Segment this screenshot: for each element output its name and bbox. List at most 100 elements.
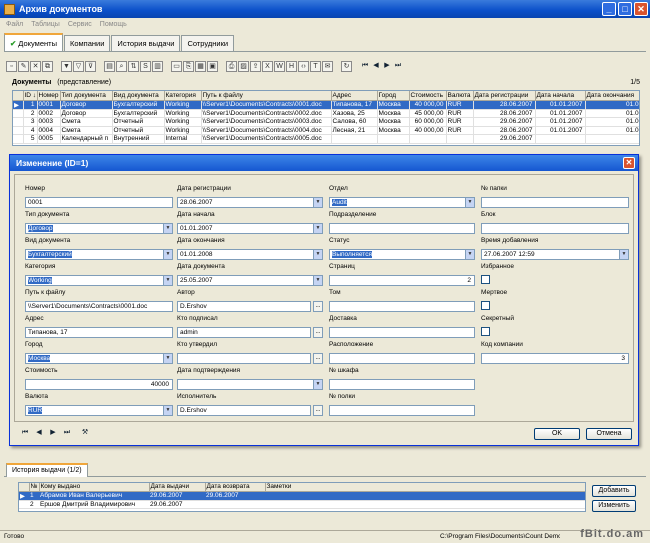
- xml-icon[interactable]: ‹›: [298, 60, 309, 72]
- export-icon[interactable]: ⇪: [250, 60, 261, 72]
- tab-history[interactable]: История выдачи (1/2): [6, 463, 88, 477]
- first-record-icon[interactable]: ⏮: [20, 428, 30, 438]
- chevron-down-icon[interactable]: ▼: [465, 198, 474, 207]
- shelf-field[interactable]: [329, 405, 475, 416]
- number-field[interactable]: 0001: [25, 197, 173, 208]
- new-icon[interactable]: ▫: [6, 60, 17, 72]
- column-header[interactable]: Кому выдано: [39, 483, 150, 492]
- end-date-picker[interactable]: 01.01.2008 ▼: [177, 249, 323, 260]
- pages-field[interactable]: 2: [329, 275, 475, 286]
- chevron-down-icon[interactable]: ▼: [163, 406, 172, 415]
- tools-icon[interactable]: ⚒: [80, 428, 90, 438]
- column-header[interactable]: Дата регистрации: [473, 91, 536, 101]
- executor-field[interactable]: D.Ershov: [177, 405, 311, 416]
- column-header[interactable]: Категория: [164, 91, 202, 101]
- sort-icon[interactable]: ⇅: [128, 60, 139, 72]
- dialog-close-button[interactable]: ✕: [623, 157, 635, 169]
- chevron-down-icon[interactable]: ▼: [465, 250, 474, 259]
- table-row[interactable]: ▶ 1 0001 Договор Бухгалтерский Working \\Serv…: [13, 100, 639, 110]
- chevron-down-icon[interactable]: ▼: [163, 250, 172, 259]
- refresh-icon[interactable]: ↻: [341, 60, 352, 72]
- print-icon[interactable]: ⎙: [226, 60, 237, 72]
- column-header[interactable]: Номер: [37, 91, 61, 101]
- delete-icon[interactable]: ✕: [30, 60, 41, 72]
- view-icon[interactable]: ▣: [207, 60, 218, 72]
- tab-employees[interactable]: Сотрудники: [181, 35, 235, 51]
- column-header[interactable]: №: [29, 483, 40, 492]
- prev-record-icon[interactable]: ◀: [371, 61, 381, 71]
- menu-service[interactable]: Сервис: [68, 21, 92, 28]
- edit-button[interactable]: Изменить: [592, 500, 636, 512]
- ok-button[interactable]: OK: [534, 428, 580, 440]
- category-select[interactable]: Working ▼: [25, 275, 173, 286]
- column-header[interactable]: Заметки: [265, 483, 585, 492]
- favorite-checkbox[interactable]: [481, 275, 490, 284]
- author-browse-button[interactable]: ...: [313, 301, 323, 312]
- chevron-down-icon[interactable]: ▼: [163, 224, 172, 233]
- doc-kind-select[interactable]: Бухгалтерский ▼: [25, 249, 173, 260]
- chevron-down-icon[interactable]: ▼: [313, 380, 322, 389]
- column-header[interactable]: Вид документа: [112, 91, 165, 101]
- table-row[interactable]: 5 0005 Календарный п Внутренний Internal \\Se…: [13, 134, 639, 144]
- column-header[interactable]: Дата выдачи: [149, 483, 206, 492]
- chevron-down-icon[interactable]: ▼: [313, 250, 322, 259]
- text-icon[interactable]: T: [310, 60, 321, 72]
- history-grid[interactable]: № Кому выдано Дата выдачи Дата возврата …: [18, 482, 586, 512]
- next-record-icon[interactable]: ▶: [382, 61, 392, 71]
- word-icon[interactable]: W: [274, 60, 285, 72]
- reg-date-picker[interactable]: 28.06.2007 ▼: [177, 197, 323, 208]
- edit-icon[interactable]: ✎: [18, 60, 29, 72]
- file-path-field[interactable]: \\Server1\Documents\Contracts\0001.doc: [25, 301, 173, 312]
- table-row[interactable]: 3 0003 Смета Отчетный Working \\Server1\Docum…: [13, 117, 639, 127]
- open-icon[interactable]: ▭: [171, 60, 182, 72]
- tab-issue-history[interactable]: История выдачи: [111, 35, 181, 51]
- documents-grid[interactable]: ID ↓ Номер Тип документа Вид документа К…: [12, 90, 640, 146]
- delivery-field[interactable]: [329, 327, 475, 338]
- approved-by-field[interactable]: [177, 353, 311, 364]
- column-header[interactable]: Город: [377, 91, 410, 101]
- dead-checkbox[interactable]: [481, 301, 490, 310]
- approved-by-browse-button[interactable]: ...: [313, 353, 323, 364]
- column-header[interactable]: Стоимость: [409, 91, 447, 101]
- location-field[interactable]: [329, 353, 475, 364]
- column-header[interactable]: ID ↓: [23, 91, 38, 101]
- add-button[interactable]: Добавить: [592, 485, 636, 497]
- maximize-button[interactable]: □: [618, 2, 632, 16]
- column-header[interactable]: Дата начала: [535, 91, 586, 101]
- currency-select[interactable]: RUR ▼: [25, 405, 173, 416]
- table-row[interactable]: ▶ 1 Абрамов Иван Валерьевич 29.06.2007 29.0…: [19, 491, 585, 501]
- filter-edit-icon[interactable]: ⊽: [85, 60, 96, 72]
- menu-tables[interactable]: Таблицы: [31, 21, 60, 28]
- filter-icon[interactable]: ▼: [61, 60, 72, 72]
- chevron-down-icon[interactable]: ▼: [313, 224, 322, 233]
- signed-by-browse-button[interactable]: ...: [313, 327, 323, 338]
- table-row[interactable]: 2 0002 Договор Бухгалтерский Working \\Server…: [13, 109, 639, 118]
- department-select[interactable]: Audit ▼: [329, 197, 475, 208]
- last-record-icon[interactable]: ⏭: [393, 61, 403, 71]
- author-field[interactable]: D.Ershov: [177, 301, 311, 312]
- executor-browse-button[interactable]: ...: [313, 405, 323, 416]
- last-record-icon[interactable]: ⏭: [62, 428, 72, 438]
- block-field[interactable]: [481, 223, 629, 234]
- prev-record-icon[interactable]: ◀: [34, 428, 44, 438]
- doc-type-select[interactable]: Договор ▼: [25, 223, 173, 234]
- menu-file[interactable]: Файл: [6, 21, 23, 28]
- volume-field[interactable]: [329, 301, 475, 312]
- column-header[interactable]: Тип документа: [60, 91, 113, 101]
- attach-icon[interactable]: ⎘: [183, 60, 194, 72]
- chevron-down-icon[interactable]: ▼: [313, 198, 322, 207]
- tab-documents[interactable]: ✔ Документы: [4, 33, 63, 51]
- properties-icon[interactable]: ▦: [195, 60, 206, 72]
- first-record-icon[interactable]: ⏮: [360, 61, 370, 71]
- column-header[interactable]: Дата возврата: [205, 483, 266, 492]
- approval-date-picker[interactable]: ▼: [177, 379, 323, 390]
- report-icon[interactable]: ▤: [104, 60, 115, 72]
- chevron-down-icon[interactable]: ▼: [163, 354, 172, 363]
- html-icon[interactable]: H: [286, 60, 297, 72]
- start-date-picker[interactable]: 01.01.2007 ▼: [177, 223, 323, 234]
- signed-by-field[interactable]: admin: [177, 327, 311, 338]
- column-header[interactable]: Валюта: [446, 91, 474, 101]
- sql-icon[interactable]: S: [140, 60, 151, 72]
- close-button[interactable]: ✕: [634, 2, 648, 16]
- column-header[interactable]: Адрес: [331, 91, 378, 101]
